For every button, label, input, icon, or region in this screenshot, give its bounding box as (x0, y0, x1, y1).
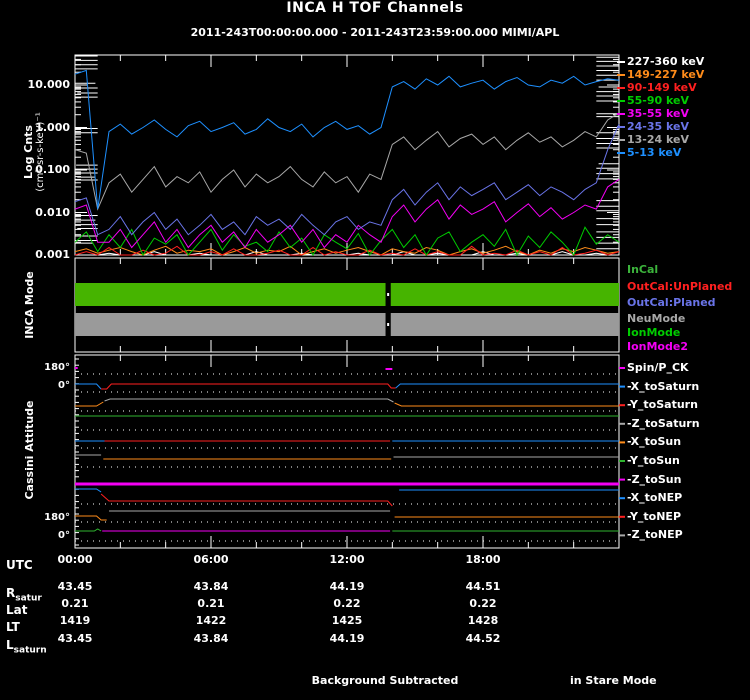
page-title: INCA H TOF Channels (286, 0, 464, 16)
angle-label: 180° (44, 512, 70, 523)
cal-mode-bar (75, 283, 386, 306)
utc-time-label: 12:00 (329, 553, 365, 566)
attitude-legend-item: -Y_toNEP (627, 509, 682, 523)
neu-mode-bar (75, 313, 386, 336)
table-cell: 1428 (467, 614, 499, 627)
mode-legend-item: OutCal:UnPlaned (627, 280, 733, 293)
channel-legend-item: 227-360 keV (627, 55, 705, 68)
stare-mode-note: in Stare Mode (570, 674, 657, 687)
table-cell: 0.22 (333, 597, 361, 610)
table-cell: 43.45 (57, 580, 93, 593)
trace-35-55keV (74, 178, 620, 249)
attitude-legend-item: -Z_toSaturn (627, 416, 700, 430)
channel-legend-item: 35-55 keV (627, 107, 690, 120)
attitude-legend-item: -X_toNEP (627, 491, 683, 505)
utc-time-label: 00:00 (57, 553, 93, 566)
mode-legend-item: NeuMode (627, 312, 686, 325)
table-row-label-main: R (6, 586, 16, 600)
cal-mode-bar (390, 283, 619, 306)
table-row-label-sub: saturn (13, 645, 47, 656)
table-row-label: Lsaturn (6, 638, 47, 655)
table-cell: 43.84 (193, 580, 229, 593)
attitude-line (395, 383, 619, 389)
channel-legend-item: 90-149 keV (627, 81, 697, 94)
log-tick-label: 0.010 (35, 205, 70, 219)
utc-time-label: 18:00 (465, 553, 501, 566)
table-row-label-main: LT (6, 620, 20, 634)
table-cell: 1425 (331, 614, 363, 627)
channel-legend-item: 149-227 keV (627, 68, 705, 81)
background-subtracted-note: Background Subtracted (311, 674, 459, 687)
attitude-legend-item: Spin/P_CK (627, 361, 689, 374)
attitude-legend-item: -X_toSaturn (627, 379, 700, 393)
mode-legend-item: IonMode2 (627, 340, 688, 353)
attitude-line (75, 383, 102, 390)
mode-gap-dot (387, 323, 390, 326)
attitude-line (75, 401, 104, 407)
neu-mode-bar (390, 313, 619, 336)
attitude-legend-item: -Y_toSun (627, 454, 680, 467)
attitude-line (75, 528, 102, 532)
table-cell: 0.21 (61, 597, 89, 610)
table-row-label-main: L (6, 638, 14, 652)
attitude-line (104, 398, 394, 403)
inca-mode-axis-label: INCA Mode (23, 271, 36, 339)
table-cell: 1422 (195, 614, 227, 627)
channel-legend-item: 24-35 keV (627, 120, 690, 133)
table-cell: 43.45 (57, 632, 93, 645)
attitude-legend-item: -Z_toNEP (627, 528, 683, 542)
table-cell: 1419 (59, 614, 91, 627)
mode-legend-item: OutCal:Planed (627, 296, 716, 309)
utc-axis-label: UTC (6, 558, 33, 572)
table-row-label: Rsatur (6, 586, 42, 603)
table-cell: 43.84 (193, 632, 229, 645)
cassini-attitude-axis-label: Cassini Attitude (23, 400, 36, 500)
angle-label: 0° (58, 530, 70, 541)
attitude-line (75, 515, 107, 521)
attitude-line (101, 383, 396, 390)
table-cell: 0.21 (197, 597, 225, 610)
table-cell: 44.52 (465, 632, 501, 645)
table-row-label-sub: satur (15, 593, 42, 604)
attitude-legend-item: -X_toSun (627, 435, 682, 449)
table-cell: 44.51 (465, 580, 501, 593)
table-cell: 44.19 (329, 632, 365, 645)
inca-tof-plot-window: INCA H TOF Channels 2011-243T00:00:00.00… (0, 0, 750, 700)
channel-legend-item: 5-13 keV (627, 146, 682, 159)
mode-legend-item: IonMode (627, 326, 681, 339)
mode-gap-dot (387, 293, 390, 296)
channel-legend-item: 13-24 keV (627, 133, 690, 146)
log-tick-label: 0.001 (35, 248, 70, 261)
table-row-label: Lat (6, 603, 27, 617)
utc-time-label: 06:00 (193, 553, 229, 566)
mode-legend-item: InCal (627, 263, 659, 276)
trace-13-24keV (74, 112, 620, 211)
table-row-label: LT (6, 620, 20, 634)
table-row-label-main: Lat (6, 603, 28, 617)
attitude-line (75, 488, 102, 493)
attitude-line (100, 493, 393, 507)
channel-legend-item: 55-90 keV (627, 94, 690, 107)
attitude-line (394, 402, 619, 407)
angle-label: 180° (44, 362, 70, 373)
log-tick-label: 0.100 (35, 163, 70, 176)
log-tick-label: 10.000 (27, 78, 70, 91)
angle-label: 0° (58, 380, 70, 391)
table-cell: 44.19 (329, 580, 365, 593)
plot-subtitle: 2011-243T00:00:00.000 - 2011-243T23:59:0… (190, 26, 560, 39)
attitude-legend-item: -Z_toSun (627, 472, 682, 486)
log-tick-label: 1.000 (35, 120, 70, 134)
attitude-legend-item: -Y_toSaturn (627, 398, 698, 412)
table-cell: 0.22 (469, 597, 497, 610)
